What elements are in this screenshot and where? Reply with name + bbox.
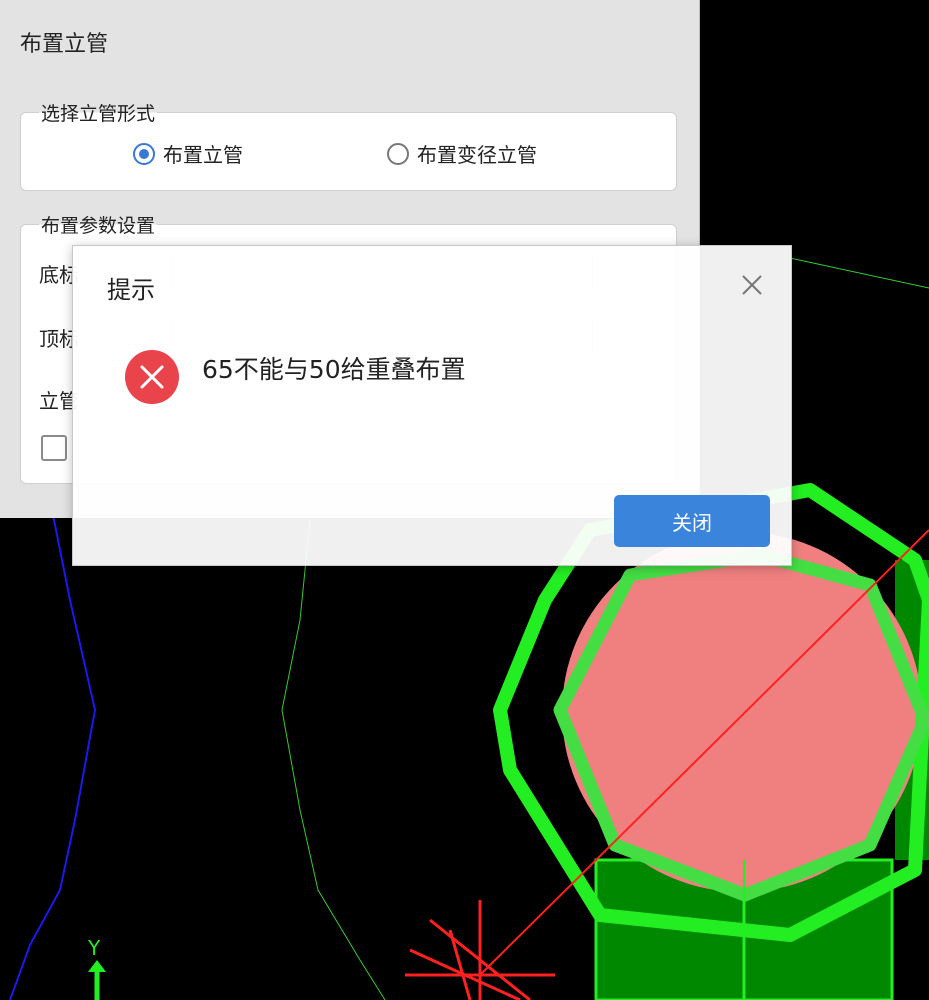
ucs-y-arrow <box>88 960 106 972</box>
radio-unchecked-icon <box>387 142 409 165</box>
radio-layout-riser[interactable]: 布置立管 <box>133 139 243 168</box>
radio-checked-icon <box>133 142 155 165</box>
close-icon[interactable] <box>739 272 765 298</box>
panel-title: 布置立管 <box>20 32 109 57</box>
error-icon <box>125 350 179 404</box>
close-button[interactable]: 关闭 <box>614 495 770 547</box>
snap-marker <box>405 900 555 1000</box>
green-boundary-line <box>281 519 386 1000</box>
riser-form-legend: 选择立管形式 <box>39 99 158 126</box>
params-legend: 布置参数设置 <box>39 211 158 238</box>
radio-layout-riser-label: 布置立管 <box>163 143 243 167</box>
dialog-message: 65不能与50给重叠布置 <box>202 355 466 384</box>
option-checkbox[interactable] <box>41 435 67 461</box>
riser-form-group: 选择立管形式 布置立管 布置变径立管 <box>20 99 677 191</box>
blue-boundary-line <box>9 499 97 1000</box>
green-boundary-line-top <box>789 257 929 289</box>
ucs-y-label: Y <box>87 936 101 960</box>
radio-layout-reducer-riser[interactable]: 布置变径立管 <box>387 139 537 168</box>
dialog-title: 提示 <box>107 276 155 304</box>
alert-dialog: 提示 65不能与50给重叠布置 关闭 <box>72 245 792 566</box>
radio-layout-reducer-riser-label: 布置变径立管 <box>417 143 537 167</box>
